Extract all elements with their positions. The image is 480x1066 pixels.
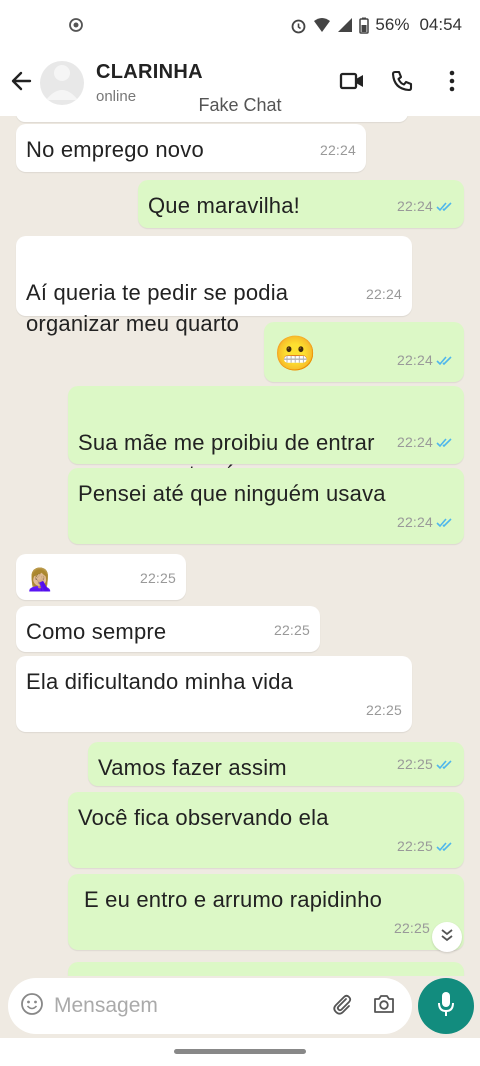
message-time: 22:25 [139,570,176,586]
message-text: Vamos fazer assim [98,755,287,780]
battery-icon [359,17,370,34]
message-text: Que maravilha! [148,193,300,218]
signal-icon [337,17,353,33]
message-time: 22:24 [365,286,402,302]
clock: 04:54 [419,15,462,34]
video-call-icon [339,71,365,96]
message-bubble[interactable]: Como sempre 22:25 [16,606,320,652]
message-text: Pensei até que ninguém usava [78,481,386,506]
read-receipt-icon [436,841,454,852]
system-nav-bar [0,1038,480,1066]
message-text: Ela dificultando minha vida [26,669,294,694]
home-indicator[interactable] [174,1049,306,1054]
emoji-grimacing: 😬 [274,335,317,373]
back-arrow-icon [10,70,32,97]
message-text: Como sempre [26,619,167,644]
alarm-icon [290,17,307,34]
message-time: 22:25 [396,756,433,772]
message-bubble-clipped [16,116,408,122]
message-time: 22:24 [396,198,433,214]
status-bar: 56% 04:54 [0,0,480,50]
attach-icon[interactable] [330,992,354,1021]
contact-name: CLARINHA [96,61,203,83]
message-bubble[interactable]: 🤦🏼‍♀️ 22:25 [16,554,186,600]
message-bubble[interactable]: Que maravilha! 22:24 [138,180,464,228]
message-time: 22:25 [396,838,433,854]
message-text: E eu entro e arrumo rapidinho [84,887,383,912]
mic-icon [437,991,455,1022]
message-bubble[interactable]: Vamos fazer assim 22:25 [88,742,464,786]
watermark: Fake Chat [198,95,282,115]
message-time: 22:24 [319,142,356,158]
message-time: 22:25 [273,622,310,638]
sync-icon [68,17,84,33]
read-receipt-icon [436,355,454,366]
message-time: 22:25 [393,920,430,936]
chat-area[interactable]: No emprego novo 22:24 Que maravilha! 22:… [0,116,480,976]
more-options-button[interactable] [438,69,466,97]
message-time: 22:25 [365,702,402,718]
message-text: No emprego novo [26,137,204,162]
read-receipt-icon [436,201,454,212]
emoji-facepalm: 🤦🏼‍♀️ [26,567,54,592]
message-bubble[interactable]: Aí queria te pedir se podia organizar me… [16,236,412,336]
voice-record-button[interactable] [418,978,474,1034]
voice-call-button[interactable] [388,69,416,97]
message-text: Aí queria te pedir se podia organizar me… [26,280,289,336]
camera-icon[interactable] [372,993,396,1020]
video-call-button[interactable] [338,69,366,97]
message-input[interactable] [54,994,330,1018]
phone-icon [390,69,414,98]
more-icon [448,70,456,97]
battery-percent: 56% [375,15,410,34]
message-bubble[interactable]: No emprego novo 22:24 [16,124,366,172]
message-time: 22:24 [396,514,433,530]
message-bubble[interactable]: Sua mãe me proibiu de entrar nesse quart… [68,386,464,486]
scroll-down-button[interactable] [432,922,462,952]
read-receipt-icon [436,759,454,770]
message-bubble[interactable]: E eu entro e arrumo rapidinho 22:25 [68,874,464,950]
wifi-icon [313,17,331,33]
read-receipt-icon [436,437,454,448]
input-bar [0,976,480,1038]
double-chevron-down-icon [440,928,454,947]
message-bubble[interactable]: Ela dificultando minha vida 22:25 [16,656,412,732]
read-receipt-icon [436,517,454,528]
message-bubble[interactable]: 😬 22:24 [264,322,464,382]
message-time: 22:24 [396,352,433,368]
message-composer [8,978,412,1034]
message-text: Você fica observando ela [78,805,329,830]
message-bubble[interactable]: Você fica observando ela 22:25 [68,792,464,868]
emoji-icon[interactable] [20,992,44,1021]
message-bubble-clipped [68,962,464,976]
message-time: 22:24 [396,434,433,450]
message-bubble[interactable]: Pensei até que ninguém usava 22:24 [68,468,464,544]
